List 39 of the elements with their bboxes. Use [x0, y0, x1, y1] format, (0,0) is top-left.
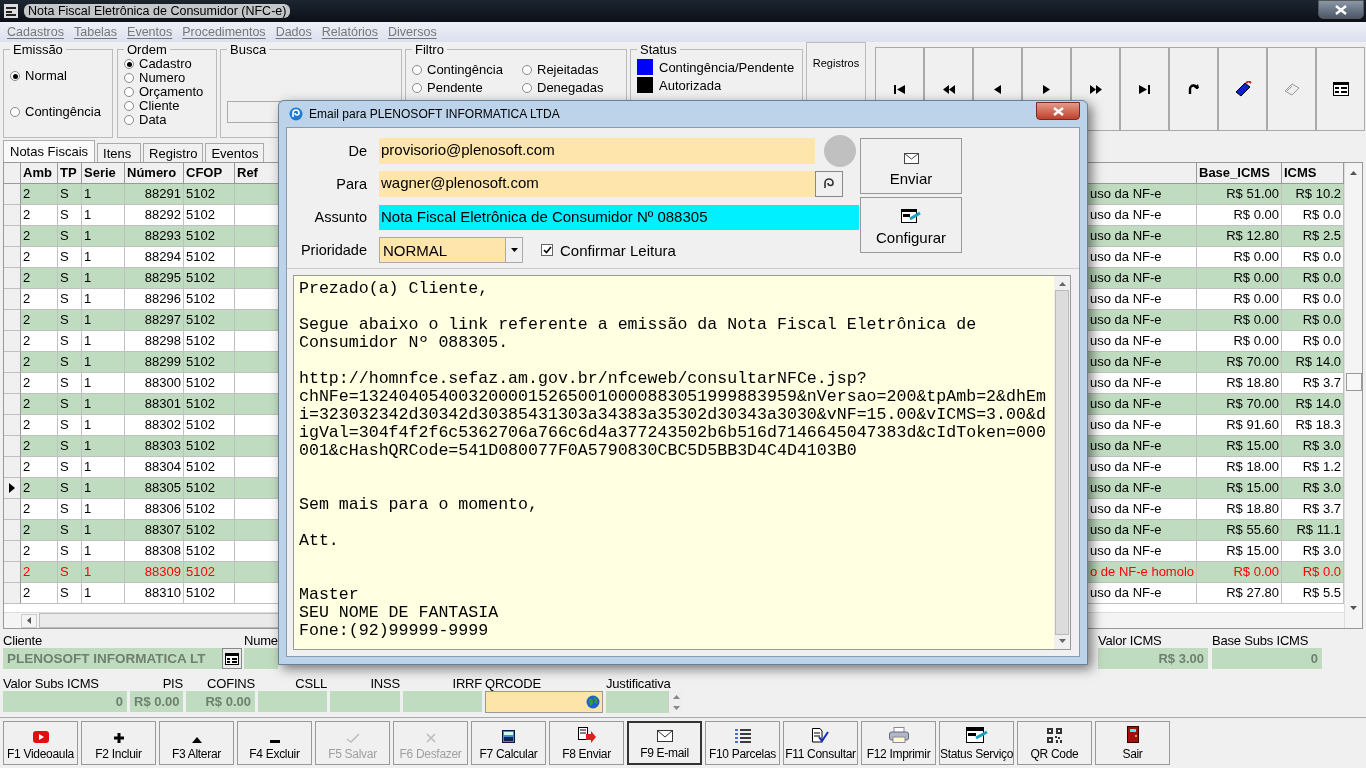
column-header: Número: [125, 163, 184, 184]
table-cell: 1: [82, 583, 125, 604]
field-label: Cliente: [3, 633, 44, 648]
field-label: Para: [335, 176, 367, 192]
table-cell: 88310: [125, 583, 184, 604]
column-header: Amb: [21, 163, 58, 184]
group-title: Status: [639, 42, 678, 57]
field-label: INSS: [369, 676, 400, 691]
status-label: Contingência/Pendente: [659, 59, 795, 75]
field-label: Assunto: [313, 209, 367, 225]
column-header: Serie: [82, 163, 125, 184]
table-cell: S: [58, 583, 82, 604]
records-label: Registros: [812, 57, 860, 71]
window-title: Nota Fiscal Eletrônica de Consumidor (NFC-e): [24, 4, 291, 18]
field-label: COFINS: [206, 676, 255, 691]
column-header: Base_ICMS: [1197, 163, 1282, 184]
column-header: TP: [58, 163, 82, 184]
status-label: Autorizada: [659, 77, 722, 93]
group-title: Filtro: [414, 42, 445, 57]
table-cell: R$ 27.80: [1197, 583, 1282, 604]
field-label: Base Subs ICMS: [1212, 633, 1310, 648]
field-label: QRCODE: [485, 676, 542, 691]
table-cell: 2: [21, 583, 58, 604]
group-title: Busca: [229, 42, 268, 57]
column-header: ICMS: [1282, 163, 1344, 184]
field-label: CSLL: [294, 676, 327, 691]
table-cell: 5102: [184, 583, 235, 604]
field-label: Nume: [244, 633, 278, 648]
field-label: De: [347, 143, 367, 159]
field-label: Valor Subs ICMS: [3, 676, 100, 691]
group-title: Emissão: [12, 42, 64, 57]
field-label: Valor ICMS: [1098, 633, 1163, 648]
dialog-title: Email para PLENOSOFT INFORMATICA LTDA: [309, 107, 560, 121]
group-title: Ordem: [126, 42, 168, 57]
field-label: PIS: [161, 676, 183, 691]
column-header: CFOP: [184, 163, 235, 184]
field-label: Justificativa: [606, 676, 672, 691]
field-label: Prioridade: [299, 242, 367, 258]
field-label: IRRF: [451, 676, 482, 691]
